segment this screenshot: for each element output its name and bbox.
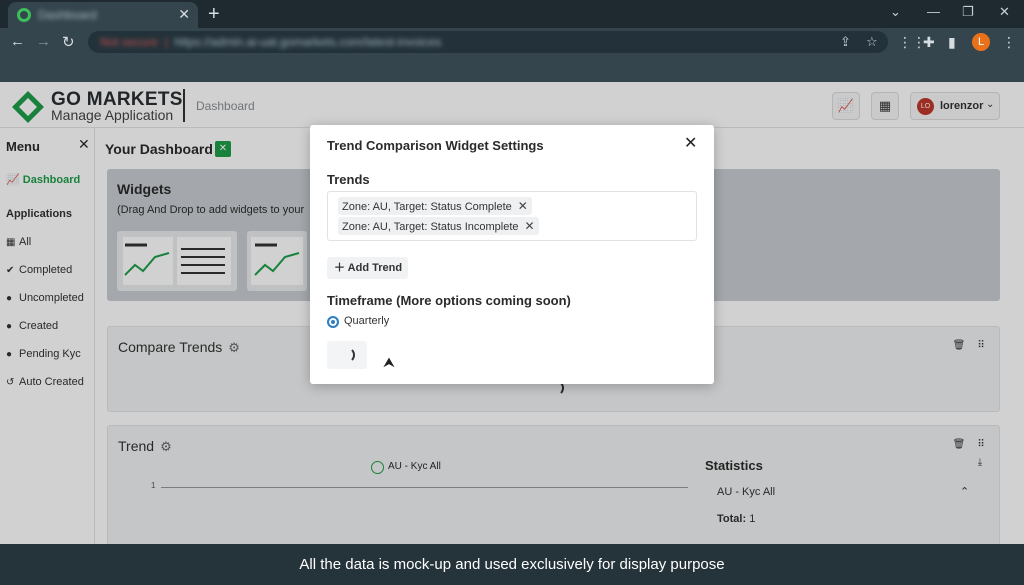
trends-label: Trends (327, 172, 370, 187)
add-trend-button[interactable]: ＋ Add Trend (327, 257, 408, 279)
favicon-icon (17, 8, 31, 22)
url-value: https://admin.ai-uat.gomarkets.com/lates… (174, 35, 442, 49)
close-window-icon[interactable]: ✕ (999, 4, 1010, 20)
side-panel-icon[interactable]: ▮ (948, 34, 956, 51)
share-icon[interactable]: ⇪ (840, 34, 851, 50)
mouse-cursor-icon: ⮝ (383, 354, 395, 370)
profile-avatar[interactable]: L (972, 33, 990, 51)
extensions-icon[interactable]: ✚ (923, 34, 935, 51)
close-tab-icon[interactable]: ✕ (178, 6, 190, 23)
close-icon[interactable]: ✕ (684, 133, 697, 153)
modal-title: Trend Comparison Widget Settings (327, 138, 544, 153)
browser-menu-icon[interactable]: ⋮ (1002, 34, 1016, 51)
chevron-down-icon[interactable]: ⌄ (890, 4, 901, 20)
close-icon[interactable]: ✕ (518, 199, 528, 213)
new-tab-icon[interactable]: + (208, 3, 220, 26)
minimize-icon[interactable]: — (927, 4, 940, 19)
quarterly-radio-label[interactable]: Quarterly (344, 315, 389, 327)
bookmark-bar (0, 56, 1024, 82)
plus-icon: ＋ (334, 262, 345, 274)
not-secure-label: Not secure (100, 35, 159, 49)
browser-tab[interactable]: Dashboard ✕ (8, 2, 198, 28)
reload-icon[interactable]: ↻ (62, 33, 75, 51)
disclaimer-caption: All the data is mock-up and used exclusi… (0, 544, 1024, 585)
close-icon[interactable]: ✕ (525, 219, 535, 233)
submit-button[interactable] (327, 341, 367, 369)
trends-select[interactable]: Zone: AU, Target: Status Complete ✕ Zone:… (327, 191, 697, 241)
url-input[interactable]: Not secure | https://admin.ai-uat.gomark… (88, 31, 888, 53)
bookmark-star-icon[interactable]: ☆ (866, 34, 878, 50)
forward-icon[interactable]: → (36, 33, 51, 50)
loading-spinner-icon (339, 347, 355, 363)
browser-tab-bar: Dashboard ✕ + ⌄ — ❐ ✕ (0, 0, 1024, 28)
restore-icon[interactable]: ❐ (962, 4, 974, 20)
timeframe-label: Timeframe (More options coming soon) (327, 293, 571, 308)
quarterly-radio[interactable] (327, 316, 339, 328)
trend-chip: Zone: AU, Target: Status Complete ✕ (338, 197, 532, 215)
tab-title: Dashboard (38, 8, 97, 22)
apps-grid-icon[interactable]: ⋮⋮ (898, 34, 926, 51)
trend-chip: Zone: AU, Target: Status Incomplete ✕ (338, 217, 539, 235)
url-text: Not secure | https://admin.ai-uat.gomark… (100, 35, 442, 49)
address-bar: ← → ↻ Not secure | https://admin.ai-uat.… (0, 28, 1024, 56)
back-icon[interactable]: ← (10, 33, 25, 50)
trend-settings-modal: Trend Comparison Widget Settings ✕ Trend… (310, 125, 714, 384)
